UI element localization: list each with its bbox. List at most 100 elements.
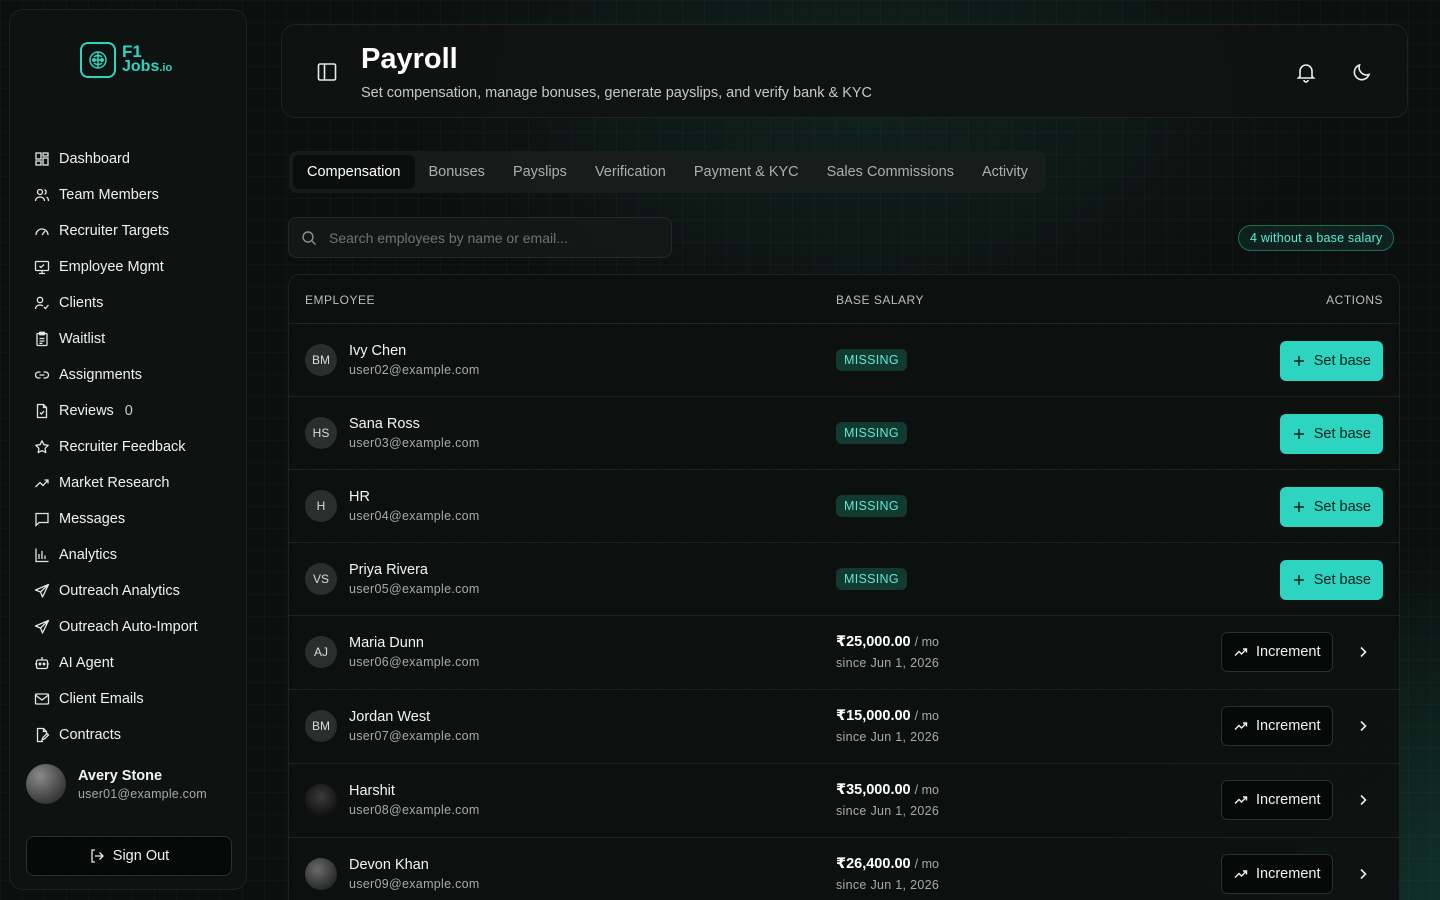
salary-amount: ₹25,000.00 (836, 634, 911, 650)
link-icon (34, 371, 50, 379)
page-header: Payroll Set compensation, manage bonuses… (281, 24, 1408, 118)
row-expand-button[interactable] (1355, 792, 1371, 808)
employee-name: Devon Khan (349, 857, 429, 873)
employee-name: Jordan West (349, 709, 431, 725)
salary-amount: ₹15,000.00 (836, 708, 911, 724)
salary-since: since Jun 1, 2026 (836, 656, 940, 670)
employee-email: user04@example.com (349, 509, 480, 523)
monitor-icon (34, 260, 50, 275)
avatar: VS (305, 563, 337, 595)
chevron-right-icon (1360, 794, 1367, 806)
set-base-label: Set base (1313, 426, 1371, 442)
trending-up-icon (1234, 648, 1248, 656)
sidebar-item-clients[interactable]: Clients (26, 285, 236, 321)
sidebar-item-label: Reviews (59, 403, 114, 419)
tab-payslips[interactable]: Payslips (499, 155, 581, 189)
sidebar-item-outreach-auto-import[interactable]: Outreach Auto-Import (26, 609, 236, 645)
sidebar-item-label: Client Emails (59, 691, 144, 707)
tab-activity[interactable]: Activity (968, 155, 1042, 189)
notifications-button[interactable] (1295, 61, 1317, 83)
set-base-label: Set base (1313, 499, 1371, 515)
set-base-button[interactable]: Set base (1279, 341, 1383, 381)
tab-sales-commissions[interactable]: Sales Commissions (813, 155, 968, 189)
table-row: H HR user04@example.com MISSING Set base (289, 470, 1399, 543)
salary-amount: ₹26,400.00 (836, 856, 911, 872)
sidebar-item-assignments[interactable]: Assignments (26, 357, 236, 393)
set-base-button[interactable]: Set base (1279, 414, 1383, 454)
sidebar-item-outreach-analytics[interactable]: Outreach Analytics (26, 573, 236, 609)
sidebar-item-label: Messages (59, 511, 126, 527)
missing-badge: MISSING (836, 495, 907, 517)
avatar-initials: AJ (313, 645, 328, 659)
column-actions: ACTIONS (1326, 293, 1383, 307)
sidebar-item-team-members[interactable]: Team Members (26, 177, 236, 213)
tab-bar: Compensation Bonuses Payslips Verificati… (289, 151, 1046, 193)
base-salary: ₹15,000.00 / mo (836, 708, 939, 724)
sidebar-toggle-button[interactable] (316, 61, 338, 83)
dashboard-icon (35, 152, 49, 166)
increment-button[interactable]: Increment (1221, 632, 1334, 672)
avatar-initials: BM (312, 353, 330, 367)
sidebar-item-recruiter-feedback[interactable]: Recruiter Feedback (26, 429, 236, 465)
send-icon (34, 619, 50, 634)
increment-button[interactable]: Increment (1221, 854, 1334, 894)
salary-period: / mo (914, 709, 939, 723)
row-expand-button[interactable] (1355, 644, 1371, 660)
increment-button[interactable]: Increment (1221, 706, 1334, 746)
set-base-button[interactable]: Set base (1279, 487, 1383, 527)
sidebar-item-analytics[interactable]: Analytics (26, 537, 236, 573)
sidebar: F1 Jobs.io Dashboard Team Members Recrui… (9, 9, 247, 890)
sidebar-item-dashboard[interactable]: Dashboard (26, 141, 236, 177)
table-row: BM Ivy Chen user02@example.com MISSING S… (289, 324, 1399, 397)
sign-out-button[interactable]: Sign Out (26, 836, 232, 876)
employee-name: Sana Ross (349, 416, 420, 432)
plus-icon (1293, 356, 1304, 366)
missing-label: MISSING (844, 353, 899, 367)
sidebar-item-client-emails[interactable]: Client Emails (26, 681, 236, 717)
sidebar-item-label: Analytics (59, 547, 118, 563)
tab-verification[interactable]: Verification (581, 155, 680, 189)
sidebar-nav: Dashboard Team Members Recruiter Targets… (26, 141, 236, 753)
message-icon (35, 512, 49, 527)
base-salary: ₹25,000.00 / mo (836, 634, 939, 650)
missing-badge: MISSING (836, 568, 907, 590)
tab-payment-kyc[interactable]: Payment & KYC (680, 155, 813, 189)
user-profile[interactable]: Avery Stone user01@example.com (26, 764, 207, 804)
sidebar-item-employee-mgmt[interactable]: Employee Mgmt (26, 249, 236, 285)
sign-out-label: Sign Out (112, 848, 170, 864)
row-expand-button[interactable] (1355, 866, 1371, 882)
search-input[interactable] (329, 229, 649, 246)
increment-button[interactable]: Increment (1221, 780, 1334, 820)
employee-email: user03@example.com (349, 436, 480, 450)
sidebar-item-contracts[interactable]: Contracts (26, 717, 236, 753)
set-base-button[interactable]: Set base (1279, 560, 1383, 600)
page-title: Payroll (361, 43, 458, 75)
increment-label: Increment (1256, 866, 1321, 882)
sidebar-item-reviews[interactable]: Reviews 0 (26, 393, 236, 429)
sidebar-item-label: Market Research (59, 475, 170, 491)
log-out-icon (91, 849, 104, 863)
table-row: AJ Maria Dunn user06@example.com ₹25,000… (289, 616, 1399, 690)
sidebar-item-ai-agent[interactable]: AI Agent (26, 645, 236, 681)
sidebar-item-label: Recruiter Targets (59, 223, 170, 239)
send-icon (34, 583, 50, 598)
trending-up-icon (1234, 722, 1248, 730)
tab-compensation[interactable]: Compensation (293, 155, 415, 189)
bar-chart-icon (35, 548, 49, 563)
sidebar-item-messages[interactable]: Messages (26, 501, 236, 537)
missing-label: MISSING (844, 572, 899, 586)
sidebar-item-recruiter-targets[interactable]: Recruiter Targets (26, 213, 236, 249)
set-base-label: Set base (1313, 353, 1371, 369)
chevron-right-icon (1360, 646, 1367, 658)
tab-bonuses[interactable]: Bonuses (415, 155, 499, 189)
row-expand-button[interactable] (1355, 718, 1371, 734)
brand-logo[interactable]: F1 Jobs.io (80, 42, 172, 78)
sidebar-item-market-research[interactable]: Market Research (26, 465, 236, 501)
file-edit-icon (36, 727, 50, 743)
theme-toggle-button[interactable] (1351, 61, 1373, 83)
avatar-initials: VS (312, 572, 329, 586)
sidebar-item-waitlist[interactable]: Waitlist (26, 321, 236, 357)
bot-icon (35, 657, 49, 670)
missing-salary-badge: 4 without a base salary (1238, 225, 1395, 251)
employee-name: Ivy Chen (349, 343, 407, 359)
